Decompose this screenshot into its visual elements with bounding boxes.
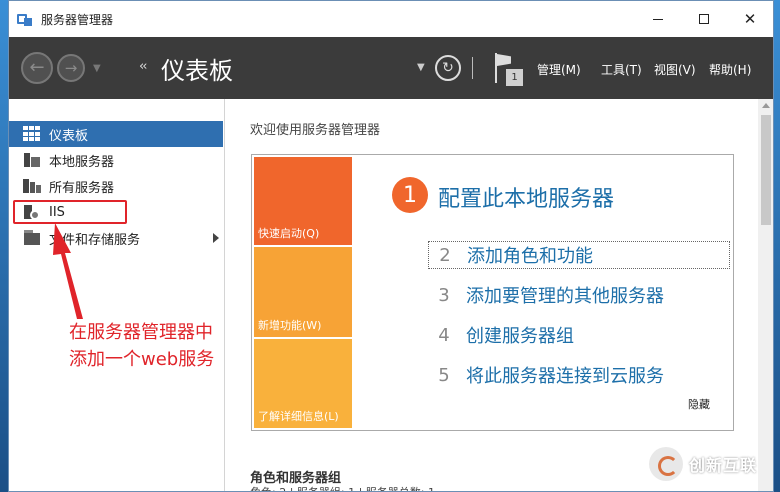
- tile-whats-new[interactable]: 新增功能(W): [254, 247, 352, 337]
- notification-count-badge: 1: [506, 69, 523, 86]
- tile-label: 了解详细信息(L): [258, 410, 339, 423]
- annotation-line-2: 添加一个web服务: [69, 349, 215, 370]
- sidebar-item-label: 仪表板: [49, 128, 89, 144]
- sidebar-item-all-servers[interactable]: 所有服务器: [9, 173, 223, 199]
- servers-icon: [23, 178, 41, 194]
- sidebar-item-local-server[interactable]: 本地服务器: [9, 147, 223, 173]
- maximize-icon: [699, 14, 709, 24]
- watermark: 创新互联: [649, 447, 757, 481]
- storage-icon: [23, 230, 41, 246]
- server-icon: [23, 152, 41, 168]
- step-label: 添加要管理的其他服务器: [466, 286, 664, 307]
- sidebar-item-file-storage[interactable]: 文件和存储服务: [9, 225, 223, 251]
- tile-label: 快速启动(Q): [258, 227, 320, 240]
- add-roles-features-link[interactable]: 2 添加角色和功能: [428, 241, 730, 269]
- breadcrumb-dropdown-icon[interactable]: ▼: [417, 62, 425, 73]
- server-manager-app-icon: [17, 12, 33, 26]
- watermark-text: 创新互联: [689, 456, 758, 475]
- refresh-button[interactable]: ↻: [435, 55, 461, 81]
- configure-local-server-link[interactable]: 配置此本地服务器: [438, 181, 614, 213]
- breadcrumb-arrows[interactable]: ‹‹: [139, 59, 148, 74]
- roles-summary: 角色: 2 | 服务器组: 1 | 服务器总数: 1: [250, 484, 435, 491]
- hide-link[interactable]: 隐藏: [688, 396, 710, 412]
- menu-manage[interactable]: 管理(M): [537, 61, 581, 78]
- server-manager-window: 服务器管理器 ✕ ← → ▼ ‹‹ 仪表板 ▼ ↻ 1 管理(M) 工具(T) …: [8, 0, 774, 492]
- step-label: 创建服务器组: [466, 326, 574, 347]
- main-content: 欢迎使用服务器管理器 快速启动(Q) 新增功能(W) 了解详细信息(L) 1 配…: [226, 99, 758, 491]
- sidebar-item-dashboard[interactable]: 仪表板: [9, 121, 223, 147]
- scroll-thumb[interactable]: [761, 115, 771, 225]
- step-number: 2: [439, 244, 451, 266]
- desktop-left-edge: [0, 0, 8, 492]
- menu-view[interactable]: 视图(V): [654, 61, 696, 78]
- tile-quick-start[interactable]: 快速启动(Q): [254, 157, 352, 245]
- step-label: 添加角色和功能: [467, 246, 593, 267]
- tile-learn-more[interactable]: 了解详细信息(L): [254, 339, 352, 428]
- toolbar: ← → ▼ ‹‹ 仪表板 ▼ ↻ 1 管理(M) 工具(T) 视图(V) 帮助(…: [9, 37, 773, 99]
- toolbar-divider: [472, 57, 473, 79]
- dashboard-icon: [23, 126, 41, 142]
- expand-arrow-icon[interactable]: [213, 233, 219, 243]
- desktop-right-edge: [774, 0, 780, 492]
- back-arrow-icon: ←: [29, 57, 45, 78]
- menu-tools[interactable]: 工具(T): [601, 61, 642, 78]
- step-number: 3: [438, 284, 450, 306]
- annotation-arrow: [53, 223, 83, 319]
- close-icon: ✕: [743, 10, 757, 28]
- vertical-scrollbar[interactable]: [758, 99, 773, 491]
- sidebar-item-label: 本地服务器: [49, 154, 115, 170]
- refresh-icon: ↻: [442, 60, 454, 76]
- menu-help[interactable]: 帮助(H): [709, 61, 751, 78]
- sidebar: 仪表板 本地服务器 所有服务器 IIS 文件和存储服务: [9, 99, 225, 491]
- maximize-button[interactable]: [681, 1, 727, 37]
- step-label: 将此服务器连接到云服务: [466, 366, 664, 387]
- tile-label: 新增功能(W): [258, 319, 322, 332]
- annotation-text: 在服务器管理器中 添加一个web服务: [69, 319, 214, 373]
- sidebar-item-label: 所有服务器: [49, 180, 115, 196]
- forward-button[interactable]: →: [57, 54, 85, 82]
- step-number: 5: [438, 364, 450, 386]
- back-button[interactable]: ←: [21, 52, 53, 84]
- create-server-group-link[interactable]: 4 创建服务器组: [428, 321, 574, 349]
- minimize-icon: [653, 18, 663, 20]
- step-number: 4: [438, 324, 450, 346]
- title-bar: 服务器管理器 ✕: [9, 1, 773, 37]
- add-other-servers-link[interactable]: 3 添加要管理的其他服务器: [428, 281, 664, 309]
- history-dropdown-icon[interactable]: ▼: [93, 63, 101, 74]
- quick-start-panel: 快速启动(Q) 新增功能(W) 了解详细信息(L) 1 配置此本地服务器 2 添…: [251, 154, 734, 431]
- annotation-line-1: 在服务器管理器中: [69, 322, 213, 343]
- iis-highlight-box: [13, 200, 127, 224]
- scroll-up-icon[interactable]: [762, 103, 770, 108]
- window-title: 服务器管理器: [41, 12, 114, 27]
- connect-cloud-link[interactable]: 5 将此服务器连接到云服务: [428, 361, 664, 389]
- forward-arrow-icon: →: [64, 58, 78, 77]
- minimize-button[interactable]: [635, 1, 681, 37]
- watermark-logo-icon: [649, 447, 683, 481]
- page-title: 仪表板: [161, 57, 233, 85]
- step-number-badge: 1: [392, 177, 428, 213]
- welcome-heading: 欢迎使用服务器管理器: [250, 123, 381, 138]
- close-button[interactable]: ✕: [727, 1, 773, 37]
